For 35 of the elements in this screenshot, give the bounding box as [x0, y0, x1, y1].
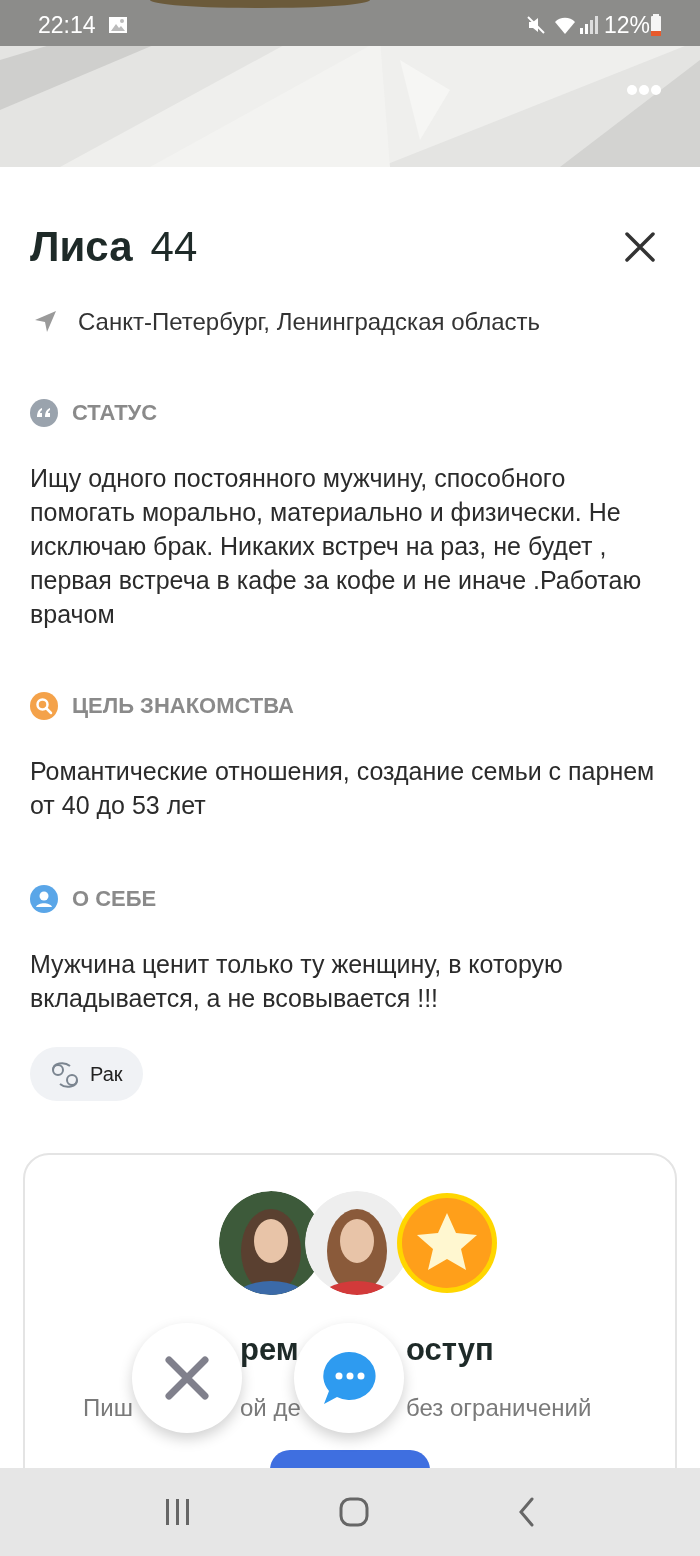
cancer-sign-icon — [50, 1060, 80, 1088]
profile-name: Лиса — [30, 222, 133, 272]
section-text: Мужчина ценит только ту женщину, в которую вкладывается, а не всовывается !!! — [30, 949, 564, 1014]
mute-icon — [525, 15, 546, 35]
chat-icon — [321, 1350, 377, 1406]
close-button[interactable] — [624, 230, 656, 263]
premium-subtitle: Пиш — [83, 1392, 134, 1423]
location-text: Санкт-Петербург, Ленинградская область — [78, 307, 540, 337]
premium-subtitle: без ограничений — [406, 1392, 592, 1423]
user-icon — [30, 884, 58, 913]
section-text: Ищу одного постоянного мужчину, способного помогать морально, материально и физически. Не исключаю брак. Никаких встреч на раз, не будет , первая встреча в кафе за кофе и не иначе .Работаю врачом — [30, 463, 643, 630]
premium-title: оступ — [406, 1331, 494, 1369]
recent-apps-icon[interactable] — [164, 1497, 192, 1527]
signal-icon — [579, 16, 598, 34]
battery-icon — [650, 14, 662, 36]
battery-level: 12% — [603, 10, 650, 40]
quote-icon — [30, 398, 58, 427]
premium-subtitle: ой де — [240, 1392, 302, 1423]
back-icon[interactable] — [517, 1497, 536, 1527]
star-badge-icon — [395, 1191, 499, 1295]
close-icon — [624, 230, 656, 263]
section-heading: О СЕБЕ — [72, 885, 157, 913]
profile-age: 44 — [150, 222, 198, 272]
dismiss-button[interactable] — [132, 1323, 242, 1433]
section-heading: СТАТУС — [72, 399, 158, 427]
search-icon — [30, 691, 58, 720]
home-icon[interactable] — [339, 1497, 370, 1527]
close-icon — [165, 1356, 209, 1400]
wifi-icon — [553, 15, 576, 35]
zodiac-tag: Рак — [30, 1047, 143, 1101]
premium-title: рем — [240, 1331, 300, 1369]
location-arrow-icon — [34, 310, 58, 334]
section-heading: ЦЕЛЬ ЗНАКОМСТВА — [72, 692, 294, 720]
section-text: Романтические отношения, создание семьи с парнем от 40 до 53 лет — [30, 756, 656, 821]
status-time: 22:14 — [38, 10, 96, 40]
